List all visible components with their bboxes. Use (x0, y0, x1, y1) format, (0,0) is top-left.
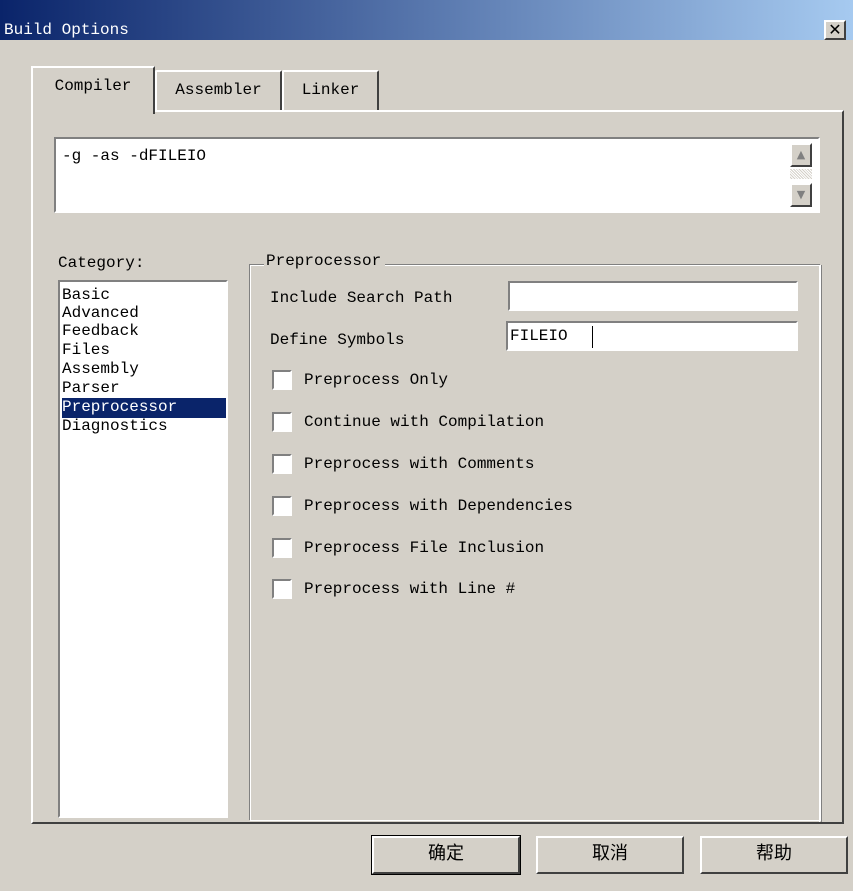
scroll-down-button[interactable]: ▼ (790, 183, 812, 207)
options-textarea[interactable]: -g -as -dFILEIO ▲ ▼ (54, 137, 820, 213)
define-symbols-value: FILEIO (510, 327, 568, 345)
close-button[interactable]: ✕ (824, 20, 846, 40)
include-search-path-label: Include Search Path (270, 289, 453, 307)
help-button-label: 帮助 (756, 843, 792, 864)
checkbox-box[interactable] (272, 496, 292, 516)
checkbox-box[interactable] (272, 454, 292, 474)
category-item-advanced[interactable]: Advanced (62, 304, 226, 324)
tab-linker-label: Linker (301, 81, 360, 99)
tab-linker[interactable]: Linker (282, 70, 379, 111)
category-item-preprocessor[interactable]: Preprocessor (62, 398, 226, 418)
cancel-button[interactable]: 取消 (536, 836, 684, 874)
checkbox-label: Preprocess Only (304, 371, 449, 389)
scroll-down-arrow-icon: ▼ (796, 188, 806, 201)
help-button[interactable]: 帮助 (700, 836, 848, 874)
checkbox-box[interactable] (272, 370, 292, 390)
checkbox-box[interactable] (272, 538, 292, 558)
close-icon: ✕ (828, 20, 842, 39)
include-search-path-input[interactable] (508, 281, 798, 311)
category-label: Category: (58, 254, 145, 272)
category-item-parser[interactable]: Parser (62, 379, 226, 399)
ok-button-label: 确定 (428, 843, 464, 864)
title-bar: Build Options ✕ (0, 0, 853, 40)
tab-compiler[interactable]: Compiler (31, 66, 155, 114)
preprocessor-group-title: Preprocessor (264, 252, 386, 270)
checkbox-label: Preprocess with Line # (304, 580, 516, 598)
category-item-files[interactable]: Files (62, 341, 226, 361)
category-item-feedback[interactable]: Feedback (62, 322, 226, 342)
scroll-up-arrow-icon: ▲ (796, 148, 806, 161)
text-caret (592, 326, 593, 348)
tab-assembler-label: Assembler (175, 81, 262, 99)
window-title: Build Options (4, 21, 129, 39)
options-text: -g -as -dFILEIO (62, 147, 207, 165)
define-symbols-label: Define Symbols (270, 331, 405, 349)
checkbox-label: Preprocess File Inclusion (304, 539, 545, 557)
category-list[interactable]: Basic Advanced Feedback Files Assembly P… (58, 280, 228, 818)
tab-compiler-label: Compiler (54, 77, 132, 95)
checkbox-label: Preprocess with Dependencies (304, 497, 573, 515)
checkbox-box[interactable] (272, 412, 292, 432)
define-symbols-input[interactable]: FILEIO (506, 321, 798, 351)
scroll-track[interactable] (790, 169, 812, 179)
category-item-basic[interactable]: Basic (62, 286, 226, 306)
scroll-up-button[interactable]: ▲ (790, 143, 812, 167)
category-item-diagnostics[interactable]: Diagnostics (62, 417, 226, 437)
checkbox-label: Preprocess with Comments (304, 455, 535, 473)
category-item-assembly[interactable]: Assembly (62, 360, 226, 380)
cancel-button-label: 取消 (592, 843, 628, 864)
checkbox-label: Continue with Compilation (304, 413, 545, 431)
checkbox-box[interactable] (272, 579, 292, 599)
tab-assembler[interactable]: Assembler (155, 70, 282, 111)
ok-button[interactable]: 确定 (371, 835, 521, 875)
